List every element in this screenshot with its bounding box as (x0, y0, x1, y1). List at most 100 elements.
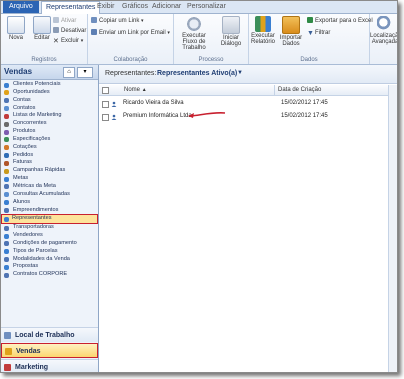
tab-personalizar[interactable]: Personalizar (183, 1, 230, 13)
sidebar-item[interactable]: Pedidos (1, 152, 98, 160)
sidebar-item[interactable]: Campanhas Rápidas (1, 167, 98, 175)
row-name[interactable]: Premium Informática Ltda (123, 110, 192, 123)
ativar-label: Ativar (61, 18, 77, 24)
view-selector[interactable]: Representantes Ativo(a) (157, 70, 237, 77)
row-date: 15/02/2012 17:45 (281, 100, 328, 106)
entity-icon (3, 216, 9, 222)
sidebar-item[interactable]: Listas de Marketing (1, 112, 98, 120)
entity-icon (4, 184, 9, 190)
sidebar-item[interactable]: Produtos (1, 128, 98, 136)
edit-icon (33, 16, 51, 34)
tab-exibir[interactable]: Exibir (93, 1, 119, 13)
entity-icon (4, 192, 9, 198)
area-local-de-trabalho[interactable]: Local de Trabalho (1, 327, 98, 342)
sidebar-item[interactable]: Faturas (1, 159, 98, 167)
sidebar-item[interactable]: Oportunidades (1, 89, 98, 97)
tab-adicionar[interactable]: Adicionar (148, 1, 185, 13)
table-row[interactable]: Ricardo Vieira da Silva 15/02/2012 17:45 (99, 97, 397, 110)
excluir-label: Excluir (61, 38, 80, 44)
chevron-down-icon[interactable]: ▼ (237, 70, 243, 76)
sidebar-item-label: Oportunidades (13, 88, 50, 95)
sidebar-item[interactable]: Contratos CORPORE (1, 271, 98, 279)
entity-icon (4, 145, 9, 151)
entity-icon (4, 90, 9, 96)
sidebar-item[interactable]: Modalidades da Venda (1, 256, 98, 264)
importar-dados-button[interactable]: Importar Dados (277, 16, 305, 47)
sidebar-item-label: Concorrentes (13, 120, 47, 127)
tab-arquivo[interactable]: Arquivo (3, 1, 39, 13)
sidebar-item[interactable]: Empreendimentos (1, 207, 98, 215)
sidebar-item-label: Empreendimentos (13, 206, 59, 213)
delete-x-icon: ✕ (53, 38, 59, 45)
sidebar-item[interactable]: Propostas (1, 263, 98, 271)
row-name[interactable]: Ricardo Vieira da Silva (123, 97, 184, 110)
entity-icon (4, 208, 9, 213)
exportar-excel-button[interactable]: Exportar para o Excel (307, 17, 373, 26)
sidebar-item[interactable]: Tipos de Parcelas (1, 248, 98, 256)
tab-graficos[interactable]: Gráficos (118, 1, 152, 13)
sidebar-item-label: Consultas Acumuladas (13, 190, 70, 197)
entity-icon (4, 137, 9, 143)
sidebar-item[interactable]: Contas (1, 97, 98, 105)
ribbon-group-registros: Nova Editar Ativar Desativar ✕ Excluir ▾ … (1, 14, 88, 64)
area-marketing-label: Marketing (15, 364, 49, 371)
workflow-icon (186, 16, 202, 32)
deactivate-icon (53, 27, 59, 33)
executar-fluxo-label: Executar Fluxo de Trabalho (182, 33, 206, 51)
nova-label: Nova (8, 35, 23, 41)
table-row[interactable]: Premium Informática Ltda 15/02/2012 17:4… (99, 110, 397, 123)
iniciar-dialogo-button[interactable]: Iniciar Diálogo (216, 16, 246, 47)
excel-icon (307, 17, 313, 23)
copiar-link-button[interactable]: Copiar um Link ▾ (91, 17, 144, 26)
localizacao-avancada-button[interactable]: Localização Avançada (370, 16, 397, 45)
view-label: Representantes: (105, 70, 157, 77)
executar-fluxo-button[interactable]: Executar Fluxo de Trabalho (174, 16, 214, 51)
sidebar-item[interactable]: Representantes (1, 214, 98, 225)
vertical-scrollbar[interactable] (388, 85, 397, 372)
area-vendas[interactable]: Vendas (1, 343, 98, 358)
ativar-button[interactable]: Ativar (53, 17, 76, 26)
activate-icon (53, 17, 59, 23)
executar-relatorio-button[interactable]: Executar Relatório (249, 16, 277, 45)
sidebar-item[interactable]: Especificações (1, 136, 98, 144)
row-checkbox[interactable] (102, 114, 109, 121)
sidebar-item[interactable]: Clientes Potenciais (1, 81, 98, 89)
sidebar-header: Vendas ⌂ ▾ (1, 65, 98, 80)
sidebar-item[interactable]: Vendedores (1, 232, 98, 240)
view-selector-bar: Representantes: Representantes Ativo(a) … (99, 65, 397, 84)
sidebar-item-label: Metas (13, 175, 29, 182)
row-checkbox[interactable] (102, 101, 109, 108)
select-all-checkbox[interactable] (102, 87, 109, 94)
sidebar-item[interactable]: Alunos (1, 199, 98, 207)
sidebar-item-label: Contas (13, 96, 31, 103)
sidebar-item[interactable]: Contatos (1, 105, 98, 113)
sidebar-item[interactable]: Consultas Acumuladas (1, 191, 98, 199)
recent-dropdown-icon[interactable]: ▾ (77, 67, 93, 78)
enviar-link-label: Enviar um Link por Email (99, 30, 166, 36)
column-header-nome[interactable]: Nome ▲ (124, 85, 147, 95)
tab-representantes[interactable]: Representantes (41, 1, 101, 14)
sidebar-title: Vendas (4, 67, 33, 76)
sidebar-item[interactable]: Transportadoras (1, 224, 98, 232)
column-header-data-criacao[interactable]: Data de Criação (274, 85, 321, 95)
sidebar-item[interactable]: Métricas da Meta (1, 183, 98, 191)
entity-icon (4, 257, 9, 263)
excluir-button[interactable]: ✕ Excluir ▾ (53, 37, 83, 46)
desativar-button[interactable]: Desativar (53, 27, 86, 36)
area-marketing[interactable]: Marketing (1, 359, 98, 372)
copy-link-icon (91, 17, 97, 23)
filtrar-button[interactable]: ▼Filtrar (307, 29, 330, 38)
sidebar-item-label: Condições de pagamento (13, 239, 77, 246)
dialog-icon (222, 16, 240, 34)
sidebar-item[interactable]: Condições de pagamento (1, 240, 98, 248)
enviar-link-button[interactable]: Enviar um Link por Email ▾ (91, 29, 170, 38)
sidebar-item-label: Campanhas Rápidas (13, 167, 66, 174)
area-vendas-label: Vendas (16, 348, 41, 355)
sidebar-item[interactable]: Cotações (1, 144, 98, 152)
sidebar-item[interactable]: Concorrentes (1, 120, 98, 128)
home-icon[interactable]: ⌂ (63, 67, 75, 78)
processo-group-label: Processo (198, 57, 224, 63)
entity-icon (4, 153, 9, 159)
sidebar-item[interactable]: Metas (1, 175, 98, 183)
sidebar-item-label: Clientes Potenciais (13, 81, 61, 87)
